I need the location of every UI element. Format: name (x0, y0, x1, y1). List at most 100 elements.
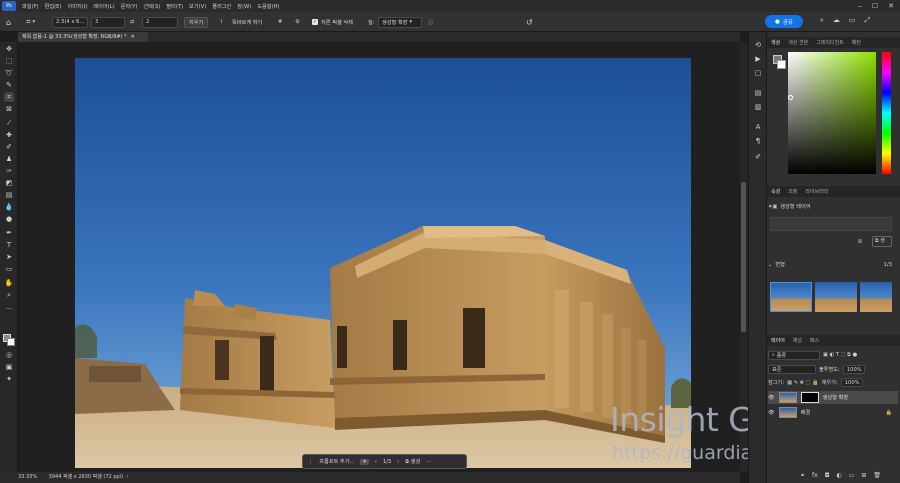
variation-thumb-2[interactable] (815, 282, 857, 312)
new-layer-icon[interactable]: ⊞ (861, 472, 866, 479)
generate-small-button[interactable]: ⧉ 생 (872, 236, 892, 247)
tab-paths[interactable]: 패스 (806, 337, 823, 344)
menu-window[interactable]: 창(W) (234, 3, 254, 10)
menu-filter[interactable]: 필터(T) (163, 3, 186, 10)
more-tools-icon[interactable]: … (4, 302, 14, 312)
screen-mode-icon[interactable]: ▣ (4, 362, 14, 372)
fx-icon[interactable]: fx (812, 472, 818, 479)
status-arrow-icon[interactable]: › (127, 474, 129, 480)
drag-handle-icon[interactable]: ⋮ (308, 459, 313, 465)
tab-gradients[interactable]: 그레이디언트 (812, 39, 848, 46)
brush-tool-icon[interactable]: ✐ (4, 142, 14, 152)
scrollbar-thumb[interactable] (741, 182, 746, 332)
layer-kind-select[interactable]: ⌕ 종류 (768, 351, 820, 360)
variation-thumb-3[interactable] (860, 282, 892, 312)
clear-button[interactable]: 지우기 (184, 16, 209, 28)
document-tab[interactable]: 제목 없음-1 @ 33.3%(생성형 확장, RGB/8#) * ✕ (18, 32, 148, 42)
prompt-field[interactable] (770, 217, 892, 231)
eraser-tool-icon[interactable]: ◩ (4, 178, 14, 188)
menu-edit[interactable]: 편집(E) (42, 3, 65, 10)
crop-tool-icon-active[interactable]: ⌗ (4, 92, 14, 102)
mask-icon[interactable]: ◘ (825, 472, 830, 479)
menu-layer[interactable]: 레이어(L) (90, 3, 117, 10)
paragraph-panel-icon[interactable]: ¶ (753, 136, 763, 146)
search-icon[interactable]: ⌕ (820, 16, 824, 25)
menu-select[interactable]: 선택(S) (140, 3, 163, 10)
crop-tool-icon[interactable]: ⌗ ▾ (26, 16, 35, 28)
tab-properties[interactable]: 속성 (767, 188, 784, 195)
quick-select-tool-icon[interactable]: ✎ (4, 80, 14, 90)
brush-panel-icon[interactable]: ✐ (753, 152, 763, 162)
chevron-down-icon[interactable]: ⌄ (768, 262, 772, 268)
width-field[interactable]: 3 (91, 16, 125, 28)
ratio-select[interactable]: 2:3(4 x 6... (52, 16, 88, 28)
layer-row-generative[interactable]: 👁 생성형 확장 (768, 391, 898, 404)
eyedropper-tool-icon[interactable]: ⁄ (4, 118, 14, 128)
marquee-tool-icon[interactable]: ⬚ (4, 56, 14, 66)
menu-type[interactable]: 문자(Y) (118, 3, 141, 10)
next-icon[interactable]: › (397, 459, 399, 465)
actions-panel-icon[interactable]: ▶ (753, 54, 763, 64)
stamp-tool-icon[interactable]: ♟ (4, 154, 14, 164)
menu-image[interactable]: 이미지(I) (64, 3, 90, 10)
visibility-eye-icon[interactable]: 👁 (768, 410, 775, 416)
swap-icon[interactable]: ⇄ (130, 16, 134, 28)
image-icon[interactable]: ⧈ (858, 238, 862, 246)
lock-icons[interactable]: ▦ ✎ ✥ ⬚ 🔒 (787, 380, 819, 386)
info-icon[interactable]: ⓘ (428, 16, 433, 28)
tab-close-icon[interactable]: ✕ (131, 34, 135, 40)
color-picker-field[interactable] (788, 52, 876, 174)
reset-icon[interactable]: ↺ (526, 16, 533, 28)
height-field[interactable]: 2 (142, 16, 178, 28)
fill-field[interactable]: 100% (840, 378, 863, 387)
visibility-eye-icon[interactable]: 👁 (768, 395, 775, 401)
color-background-swatch[interactable] (777, 60, 786, 69)
menu-view[interactable]: 보기(V) (186, 3, 209, 10)
tab-adjustments[interactable]: 조정 (784, 188, 801, 195)
tab-channels[interactable]: 채널 (789, 337, 806, 344)
properties-panel-icon[interactable]: ▤ (753, 88, 763, 98)
home-icon[interactable]: ⌂ (6, 16, 11, 28)
pen-tool-icon[interactable]: ✒ (4, 228, 14, 238)
color-picker-cursor[interactable] (788, 95, 793, 100)
background-color-swatch[interactable] (7, 338, 15, 346)
shape-tool-icon[interactable]: ▭ (4, 264, 14, 274)
frame-tool-icon[interactable]: ⊠ (4, 104, 14, 114)
tab-color[interactable]: 색상 (767, 39, 784, 46)
tab-layers[interactable]: 레이어 (767, 337, 789, 344)
workspace-icon[interactable]: ▭ (849, 16, 856, 25)
hand-tool-icon[interactable]: ✋ (4, 278, 14, 288)
document-canvas[interactable] (75, 58, 691, 468)
delete-cropped-checkbox[interactable]: ✓ 자른 픽셀 삭제 (312, 16, 353, 28)
menu-file[interactable]: 파일(F) (19, 3, 42, 10)
libraries-panel-icon[interactable]: ▥ (753, 102, 763, 112)
quick-mask-icon[interactable]: ◎ (4, 350, 14, 360)
dodge-tool-icon[interactable]: ● (4, 214, 14, 224)
menu-plugins[interactable]: 플러그인 (209, 3, 234, 10)
overlay-grid-icon[interactable]: # (278, 16, 282, 28)
blend-mode-select[interactable]: 표준 (768, 365, 816, 374)
hue-slider[interactable] (882, 52, 891, 174)
close-icon[interactable]: ✕ (888, 2, 894, 10)
filter-icons[interactable]: ▣ ◐ T ⬚ ⧉ ● (823, 352, 857, 359)
panel-expand-icon[interactable]: ⤢ (865, 16, 871, 25)
lasso-tool-icon[interactable]: ➰ (4, 68, 14, 78)
maximize-icon[interactable]: ☐ (872, 2, 878, 10)
straighten-label[interactable]: 똑바르게 하기 (232, 16, 262, 28)
tab-libraries[interactable]: 라이브러리 (801, 188, 832, 195)
layer-row-background[interactable]: 👁 배경 🔒 (768, 406, 898, 419)
move-tool-icon[interactable]: ✥ (4, 44, 14, 54)
generative-icon[interactable]: ✦ (4, 374, 14, 384)
share-button[interactable]: ● 공유 (765, 15, 803, 28)
character-panel-icon[interactable]: A (753, 122, 763, 132)
opacity-field[interactable]: 100% (842, 365, 865, 374)
gradient-tool-icon[interactable]: ▤ (4, 190, 14, 200)
prev-icon[interactable]: ‹ (375, 459, 377, 465)
group-icon[interactable]: ▭ (849, 472, 855, 479)
tab-swatches[interactable]: 색상 견본 (784, 39, 812, 46)
trash-icon[interactable]: 🗑 (873, 472, 881, 479)
more-options-icon[interactable]: ⋯ (426, 459, 431, 465)
comments-panel-icon[interactable]: ▢ (753, 68, 763, 78)
link-icon[interactable]: ⚭ (800, 472, 805, 479)
history-brush-icon[interactable]: ✑ (4, 166, 14, 176)
